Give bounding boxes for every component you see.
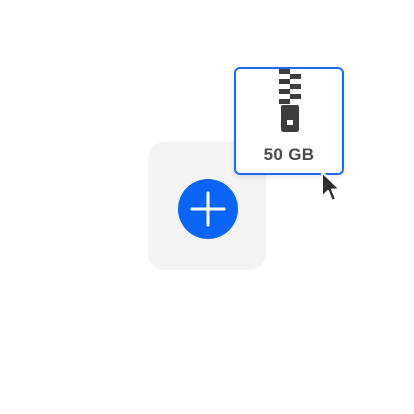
plus-icon (190, 191, 226, 227)
stage: 50 GB (0, 0, 414, 414)
add-file-button[interactable] (178, 179, 238, 239)
zip-file-icon (279, 69, 301, 135)
file-size-label: 50 GB (263, 145, 315, 164)
mouse-pointer-icon (319, 170, 345, 206)
dragged-file-card[interactable]: 50 GB (234, 67, 344, 175)
